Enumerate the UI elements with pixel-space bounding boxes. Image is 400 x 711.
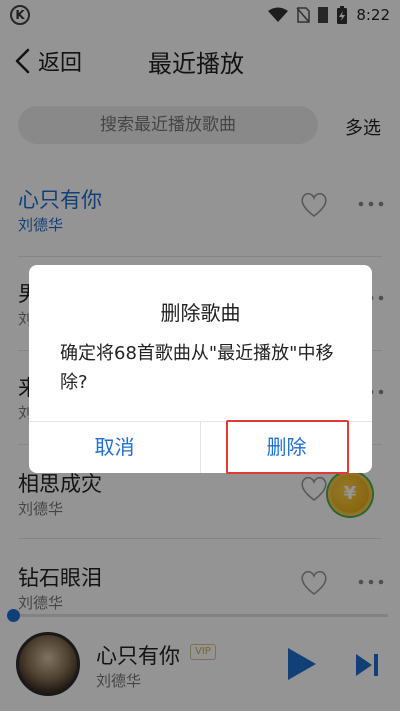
cancel-button[interactable]: 取消 (29, 422, 200, 473)
dialog-message: 确定将68首歌曲从"最近播放"中移除? (60, 343, 334, 393)
dialog-title: 删除歌曲 (160, 301, 241, 325)
highlight-box (226, 420, 349, 474)
